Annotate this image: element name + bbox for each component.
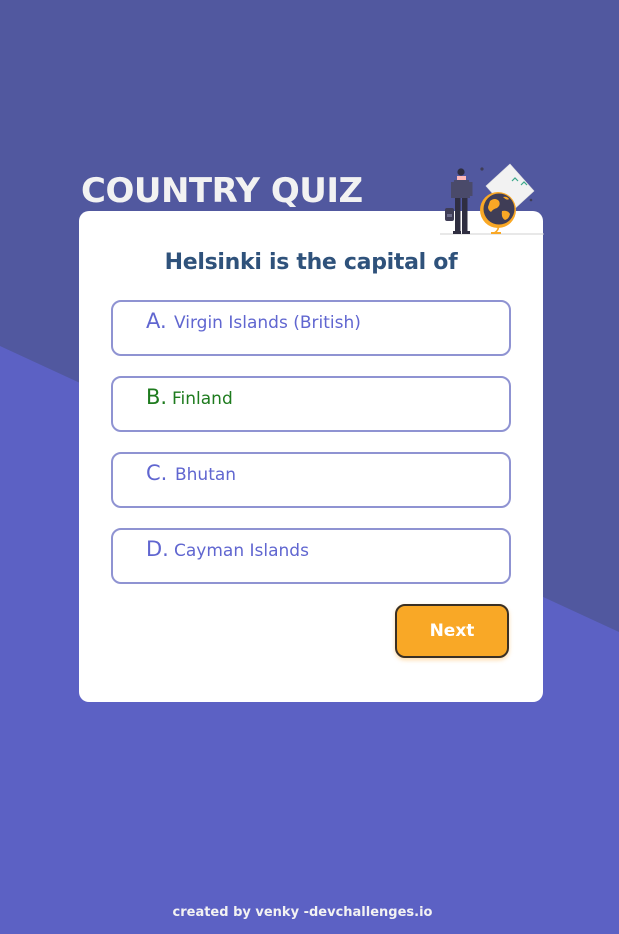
question-text: Helsinki is the capital of <box>164 250 458 275</box>
option-b[interactable]: B. Finland <box>111 376 511 432</box>
next-button[interactable]: Next <box>395 604 509 658</box>
footer-credit: created by venky -devchallenges.io <box>172 905 433 920</box>
option-c[interactable]: C. Bhutan <box>111 452 511 508</box>
quiz-card: Helsinki is the capital of A. Virgin Isl… <box>79 211 543 702</box>
option-label: Virgin Islands (British) <box>174 313 361 333</box>
adventure-illustration-icon <box>440 163 544 235</box>
option-letter: D. <box>146 537 169 561</box>
option-label: Finland <box>172 389 233 409</box>
option-a[interactable]: A. Virgin Islands (British) <box>111 300 511 356</box>
option-d[interactable]: D. Cayman Islands <box>111 528 511 584</box>
option-label: Bhutan <box>175 465 237 485</box>
app-title: COUNTRY QUIZ <box>81 171 363 211</box>
option-label: Cayman Islands <box>174 541 309 561</box>
option-letter: B. <box>146 385 168 409</box>
option-letter: A. <box>146 309 167 333</box>
option-letter: C. <box>146 461 168 485</box>
